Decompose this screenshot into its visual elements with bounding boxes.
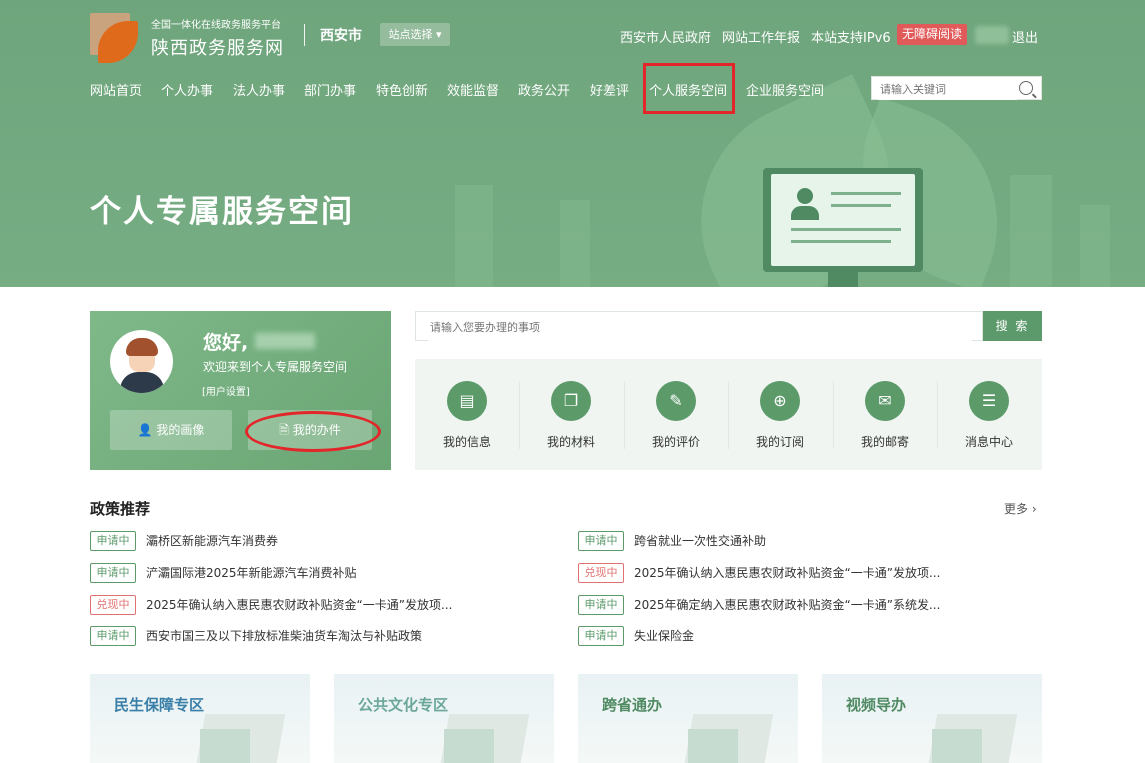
quick-label: 消息中心 — [964, 435, 1013, 449]
header-search — [871, 76, 1042, 100]
nav-department-affairs[interactable]: 部门办事 — [304, 80, 356, 99]
status-badge: 申请中 — [90, 626, 136, 646]
nav-evaluation[interactable]: 好差评 — [590, 80, 629, 99]
username-blurred — [255, 333, 315, 349]
avatar — [110, 330, 173, 393]
quick-label: 我的材料 — [546, 435, 595, 449]
current-city: 西安市 — [320, 28, 362, 44]
nav-government-affairs[interactable]: 政务公开 — [518, 80, 570, 99]
policy-title: 2025年确认纳入惠民惠农财政补贴资金“一卡通”发放项... — [146, 598, 453, 612]
card-title: 跨省通办 — [602, 696, 663, 714]
username-blurred — [975, 26, 1009, 44]
policy-title: 西安市国三及以下排放标准柴油货车淘汰与补贴政策 — [146, 629, 423, 643]
status-badge: 申请中 — [578, 531, 624, 551]
header-search-input[interactable] — [878, 78, 1017, 100]
my-portrait-label: 我的画像 — [156, 423, 205, 437]
status-badge: 申请中 — [90, 531, 136, 551]
building-decoration — [1080, 205, 1110, 287]
policy-title: 跨省就业一次性交通补助 — [634, 534, 767, 548]
nav-efficiency-supervision[interactable]: 效能监督 — [447, 80, 499, 99]
building-decoration — [1010, 175, 1052, 287]
card-illustration — [444, 729, 494, 763]
site-logo[interactable] — [90, 13, 138, 63]
message-icon: ☰ — [969, 381, 1009, 421]
my-portrait-button[interactable]: 👤 我的画像 — [110, 410, 232, 450]
card-illustration — [688, 729, 738, 763]
quick-my-materials[interactable]: ❐ 我的材料 — [519, 359, 623, 470]
status-badge: 申请中 — [90, 563, 136, 583]
policy-title: 2025年确定纳入惠民惠农财政补贴资金“一卡通”系统发... — [634, 598, 941, 612]
caret-down-icon: ▾ — [432, 28, 442, 41]
monitor-illustration — [763, 168, 923, 272]
card-illustration — [200, 729, 250, 763]
status-badge: 兑现中 — [90, 595, 136, 615]
nav-enterprise-space[interactable]: 企业服务空间 — [746, 80, 824, 99]
logout-link[interactable]: 退出 — [1012, 27, 1038, 46]
quick-my-mail[interactable]: ✉ 我的邮寄 — [833, 359, 937, 470]
greeting: 您好, — [203, 332, 249, 354]
files-icon: ❐ — [551, 381, 591, 421]
site-select-dropdown[interactable]: 站点选择 ▾ — [380, 23, 450, 46]
card-title: 民生保障专区 — [114, 696, 205, 714]
card-public-culture[interactable]: 公共文化专区 — [334, 674, 554, 763]
link-ipv6[interactable]: 本站支持IPv6 — [811, 27, 891, 46]
nav-personal-affairs[interactable]: 个人办事 — [161, 80, 213, 99]
nav-featured-innovation[interactable]: 特色创新 — [376, 80, 428, 99]
user-settings-link[interactable]: [用户设置] — [202, 383, 250, 398]
quick-my-reviews[interactable]: ✎ 我的评价 — [624, 359, 728, 470]
search-icon[interactable] — [1019, 81, 1033, 95]
site-select-label: 站点选择 — [388, 28, 433, 41]
quick-message-center[interactable]: ☰ 消息中心 — [937, 359, 1041, 470]
quick-my-info[interactable]: ▤ 我的信息 — [415, 359, 519, 470]
card-livelihood[interactable]: 民生保障专区 — [90, 674, 310, 763]
status-badge: 申请中 — [578, 595, 624, 615]
service-search — [415, 311, 983, 341]
policy-title: 2025年确认纳入惠民惠农财政补贴资金“一卡通”发放项... — [634, 566, 941, 580]
policy-title: 灞桥区新能源汽车消费券 — [146, 534, 279, 548]
status-badge: 申请中 — [578, 626, 624, 646]
status-badge: 兑现中 — [578, 563, 624, 583]
highlight-circle — [245, 411, 381, 452]
add-file-icon: ⊕ — [760, 381, 800, 421]
divider — [304, 24, 305, 46]
link-xian-government[interactable]: 西安市人民政府 — [620, 27, 711, 46]
quick-label: 我的信息 — [442, 435, 491, 449]
building-decoration — [560, 200, 590, 287]
highlight-box — [643, 63, 735, 114]
document-icon: ▤ — [447, 381, 487, 421]
quick-my-subscriptions[interactable]: ⊕ 我的订阅 — [728, 359, 832, 470]
edit-icon: ✎ — [656, 381, 696, 421]
quick-access-panel: ▤ 我的信息 ❐ 我的材料 ✎ 我的评价 ⊕ 我的订阅 ✉ 我的邮寄 ☰ 消息中心 — [415, 359, 1042, 470]
card-title: 视频导办 — [846, 696, 907, 714]
card-title: 公共文化专区 — [358, 696, 449, 714]
nav-corporate-affairs[interactable]: 法人办事 — [233, 80, 285, 99]
link-annual-report[interactable]: 网站工作年报 — [722, 27, 800, 46]
hero-title: 个人专属服务空间 — [90, 194, 354, 230]
site-subtitle: 全国一体化在线政务服务平台 — [151, 20, 281, 31]
monitor-stand — [828, 272, 858, 287]
site-title[interactable]: 陕西政务服务网 — [151, 34, 284, 60]
policy-section-title: 政策推荐 — [90, 500, 151, 518]
quick-label: 我的邮寄 — [860, 435, 909, 449]
quick-label: 我的订阅 — [755, 435, 804, 449]
building-decoration — [455, 185, 493, 287]
mail-icon: ✉ — [865, 381, 905, 421]
card-video-guide[interactable]: 视频导办 — [822, 674, 1042, 763]
user-icon: 👤 — [137, 423, 157, 437]
accessibility-button[interactable]: 无障碍阅读 — [897, 24, 967, 45]
card-cross-province[interactable]: 跨省通办 — [578, 674, 798, 763]
policy-title: 失业保险金 — [634, 629, 695, 643]
policy-title: 浐灞国际港2025年新能源汽车消费补贴 — [146, 566, 357, 580]
search-button[interactable]: 搜 索 — [983, 311, 1042, 341]
card-illustration — [932, 729, 982, 763]
policy-more-link[interactable]: 更多 › — [1004, 500, 1037, 517]
quick-label: 我的评价 — [651, 435, 700, 449]
welcome-text: 欢迎来到个人专属服务空间 — [203, 360, 348, 374]
service-search-input[interactable] — [428, 313, 972, 341]
nav-home[interactable]: 网站首页 — [90, 80, 142, 99]
